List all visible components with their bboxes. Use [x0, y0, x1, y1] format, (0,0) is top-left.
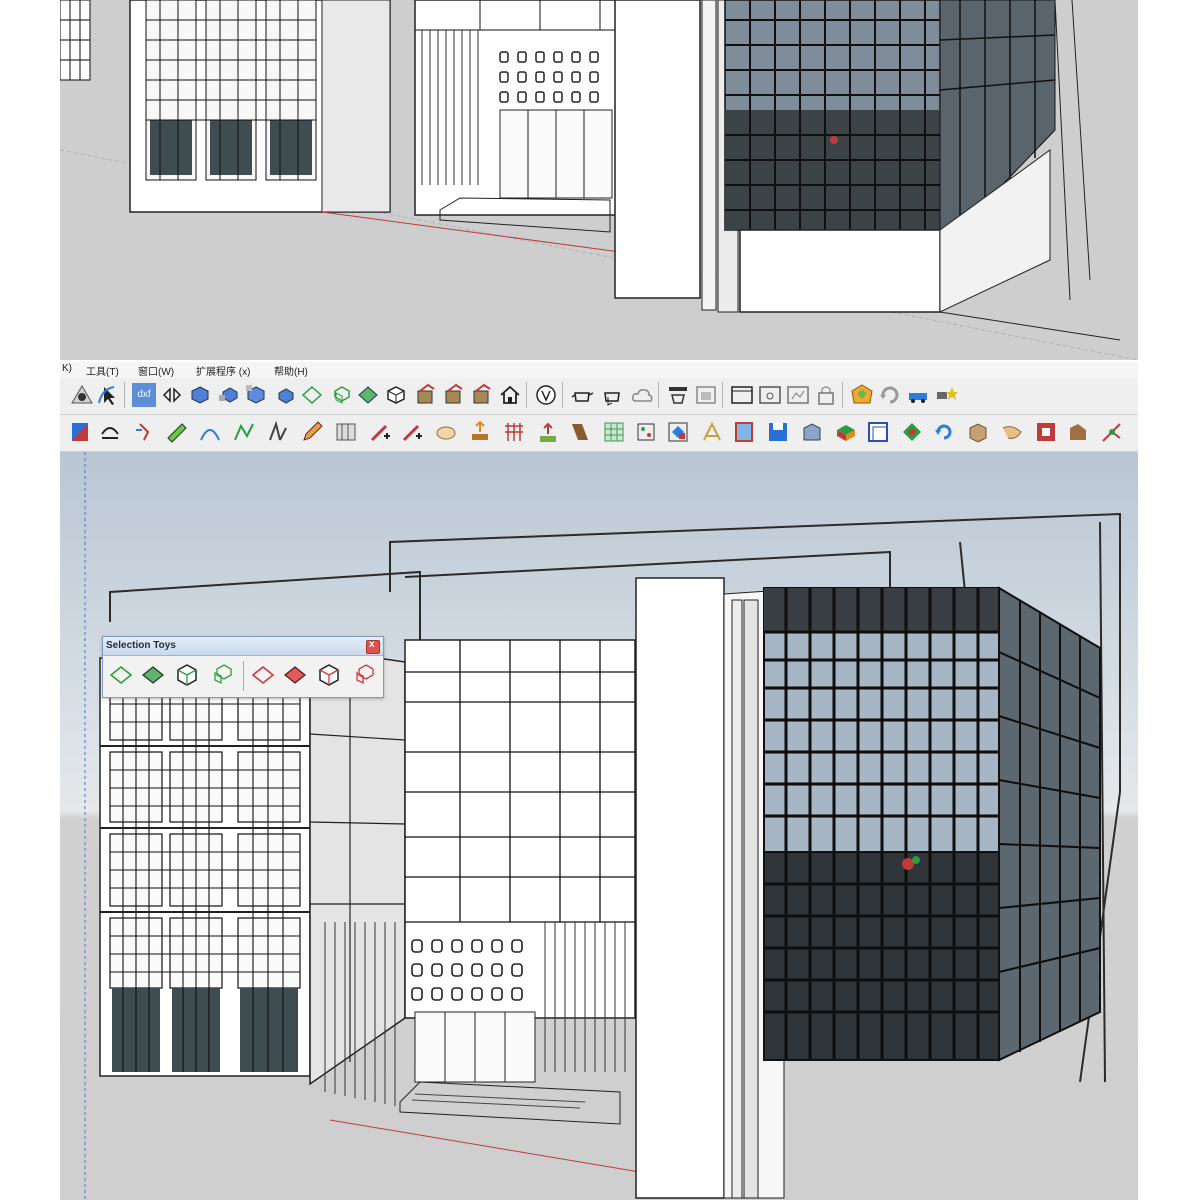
- select-faces-icon[interactable]: [139, 661, 167, 689]
- pipe-icon[interactable]: [1000, 420, 1024, 444]
- teapot-icon[interactable]: [600, 383, 624, 407]
- star-icon[interactable]: [1100, 420, 1124, 444]
- lock-icon[interactable]: [814, 383, 838, 407]
- select-components-icon[interactable]: [207, 661, 235, 689]
- tool-icon[interactable]: [700, 420, 724, 444]
- select-outline-icon[interactable]: [300, 383, 324, 407]
- top-building-model: [60, 0, 1138, 360]
- shape-icon[interactable]: [568, 420, 592, 444]
- tool-icon[interactable]: [132, 420, 156, 444]
- line-icon[interactable]: [232, 420, 256, 444]
- toolbar-separator: [124, 382, 125, 408]
- toolbar-separator: [562, 382, 563, 408]
- menu-item-help[interactable]: 帮助(H): [274, 363, 308, 378]
- dxf-export-icon[interactable]: dxf: [132, 383, 156, 407]
- building-model: [84, 452, 1121, 1200]
- orbit-eye-icon[interactable]: [70, 383, 94, 407]
- render-icon[interactable]: [694, 383, 718, 407]
- render-icon[interactable]: [666, 383, 690, 407]
- curve-icon[interactable]: [198, 420, 222, 444]
- arrow-icon[interactable]: [468, 420, 492, 444]
- house-icon[interactable]: [498, 383, 522, 407]
- vray-icon[interactable]: [534, 383, 558, 407]
- paint-icon[interactable]: [470, 383, 494, 407]
- select-arrow-icon[interactable]: [96, 383, 120, 407]
- palette-title: Selection Toys: [106, 640, 176, 651]
- red-axis: [329, 1119, 641, 1173]
- toolbar-row-2: [60, 415, 1138, 452]
- window-icon[interactable]: [732, 420, 756, 444]
- toolbar-row-1: dxf: [60, 378, 1138, 415]
- model-viewport[interactable]: Selection Toys x: [60, 452, 1138, 1200]
- menu-item-extensions[interactable]: 扩展程序 (x): [196, 363, 250, 378]
- ruler-icon[interactable]: [164, 420, 188, 444]
- toolbar-separator: [722, 382, 723, 408]
- box-icon[interactable]: [1066, 420, 1090, 444]
- box-icon[interactable]: [834, 420, 858, 444]
- rotate-icon[interactable]: [900, 420, 924, 444]
- cloud-icon[interactable]: [630, 383, 654, 407]
- arc-icon[interactable]: [98, 420, 122, 444]
- select-cube-icon[interactable]: [384, 383, 408, 407]
- window-icon[interactable]: [758, 383, 782, 407]
- toolbar-separator: [842, 382, 843, 408]
- star-icon[interactable]: [934, 383, 958, 407]
- flag-icon[interactable]: [68, 420, 92, 444]
- grid-icon[interactable]: [502, 420, 526, 444]
- top-viewport[interactable]: [60, 0, 1138, 360]
- sketchup-window: K) 工具(T) 窗口(W) 扩展程序 (x) 帮助(H) dxf Select…: [60, 362, 1138, 1200]
- toolbar-separator: [526, 382, 527, 408]
- window-icon[interactable]: [730, 383, 754, 407]
- car-icon[interactable]: [906, 383, 930, 407]
- teapot-icon[interactable]: [570, 383, 594, 407]
- paint-icon[interactable]: [414, 383, 438, 407]
- shape-icon[interactable]: [266, 420, 290, 444]
- select-cube-icon[interactable]: [328, 383, 352, 407]
- menu-bar: K) 工具(T) 窗口(W) 扩展程序 (x) 帮助(H): [60, 362, 1138, 378]
- cube-icon[interactable]: [216, 383, 240, 407]
- deselect-groups-icon[interactable]: [315, 661, 343, 689]
- close-icon: x: [369, 639, 375, 650]
- layer-icon[interactable]: [866, 420, 890, 444]
- window-icon[interactable]: [786, 383, 810, 407]
- grid-icon[interactable]: [602, 420, 626, 444]
- palette-separator: [243, 661, 244, 691]
- toolbar-separator: [658, 382, 659, 408]
- pencil-plus-icon[interactable]: [368, 420, 392, 444]
- refresh-icon[interactable]: [878, 383, 902, 407]
- close-button[interactable]: x: [366, 639, 380, 654]
- cube-icon[interactable]: [188, 383, 212, 407]
- select-groups-icon[interactable]: [173, 661, 201, 689]
- building-icon[interactable]: [800, 420, 824, 444]
- deselect-faces-icon[interactable]: [281, 661, 309, 689]
- cube-color-icon[interactable]: [634, 420, 658, 444]
- palette-title-bar[interactable]: Selection Toys x: [103, 637, 383, 656]
- paint-icon[interactable]: [442, 383, 466, 407]
- deselect-components-icon[interactable]: [349, 661, 377, 689]
- menu-item-k[interactable]: K): [62, 363, 72, 374]
- pencil-plus-icon[interactable]: [400, 420, 424, 444]
- select-solid-icon[interactable]: [356, 383, 380, 407]
- select-edges-icon[interactable]: [107, 661, 135, 689]
- glass-curtain-wall: [763, 586, 1101, 1062]
- rotate-icon[interactable]: [932, 420, 956, 444]
- gem-icon[interactable]: [850, 383, 874, 407]
- menu-item-window[interactable]: 窗口(W): [138, 363, 174, 378]
- arrow-icon[interactable]: [536, 420, 560, 444]
- save-icon[interactable]: [766, 420, 790, 444]
- cube-color-icon[interactable]: [1034, 420, 1058, 444]
- menu-item-tools[interactable]: 工具(T): [86, 363, 119, 378]
- selection-toys-palette[interactable]: Selection Toys x: [102, 636, 384, 698]
- grid-icon[interactable]: [334, 420, 358, 444]
- hand-icon[interactable]: [434, 420, 458, 444]
- cube-color-icon[interactable]: [666, 420, 690, 444]
- box-icon[interactable]: [966, 420, 990, 444]
- cube-icon[interactable]: [244, 383, 268, 407]
- cube-icon[interactable]: [272, 383, 296, 407]
- pencil-icon[interactable]: [300, 420, 324, 444]
- move-arrows-icon[interactable]: [160, 383, 184, 407]
- deselect-edges-icon[interactable]: [249, 661, 277, 689]
